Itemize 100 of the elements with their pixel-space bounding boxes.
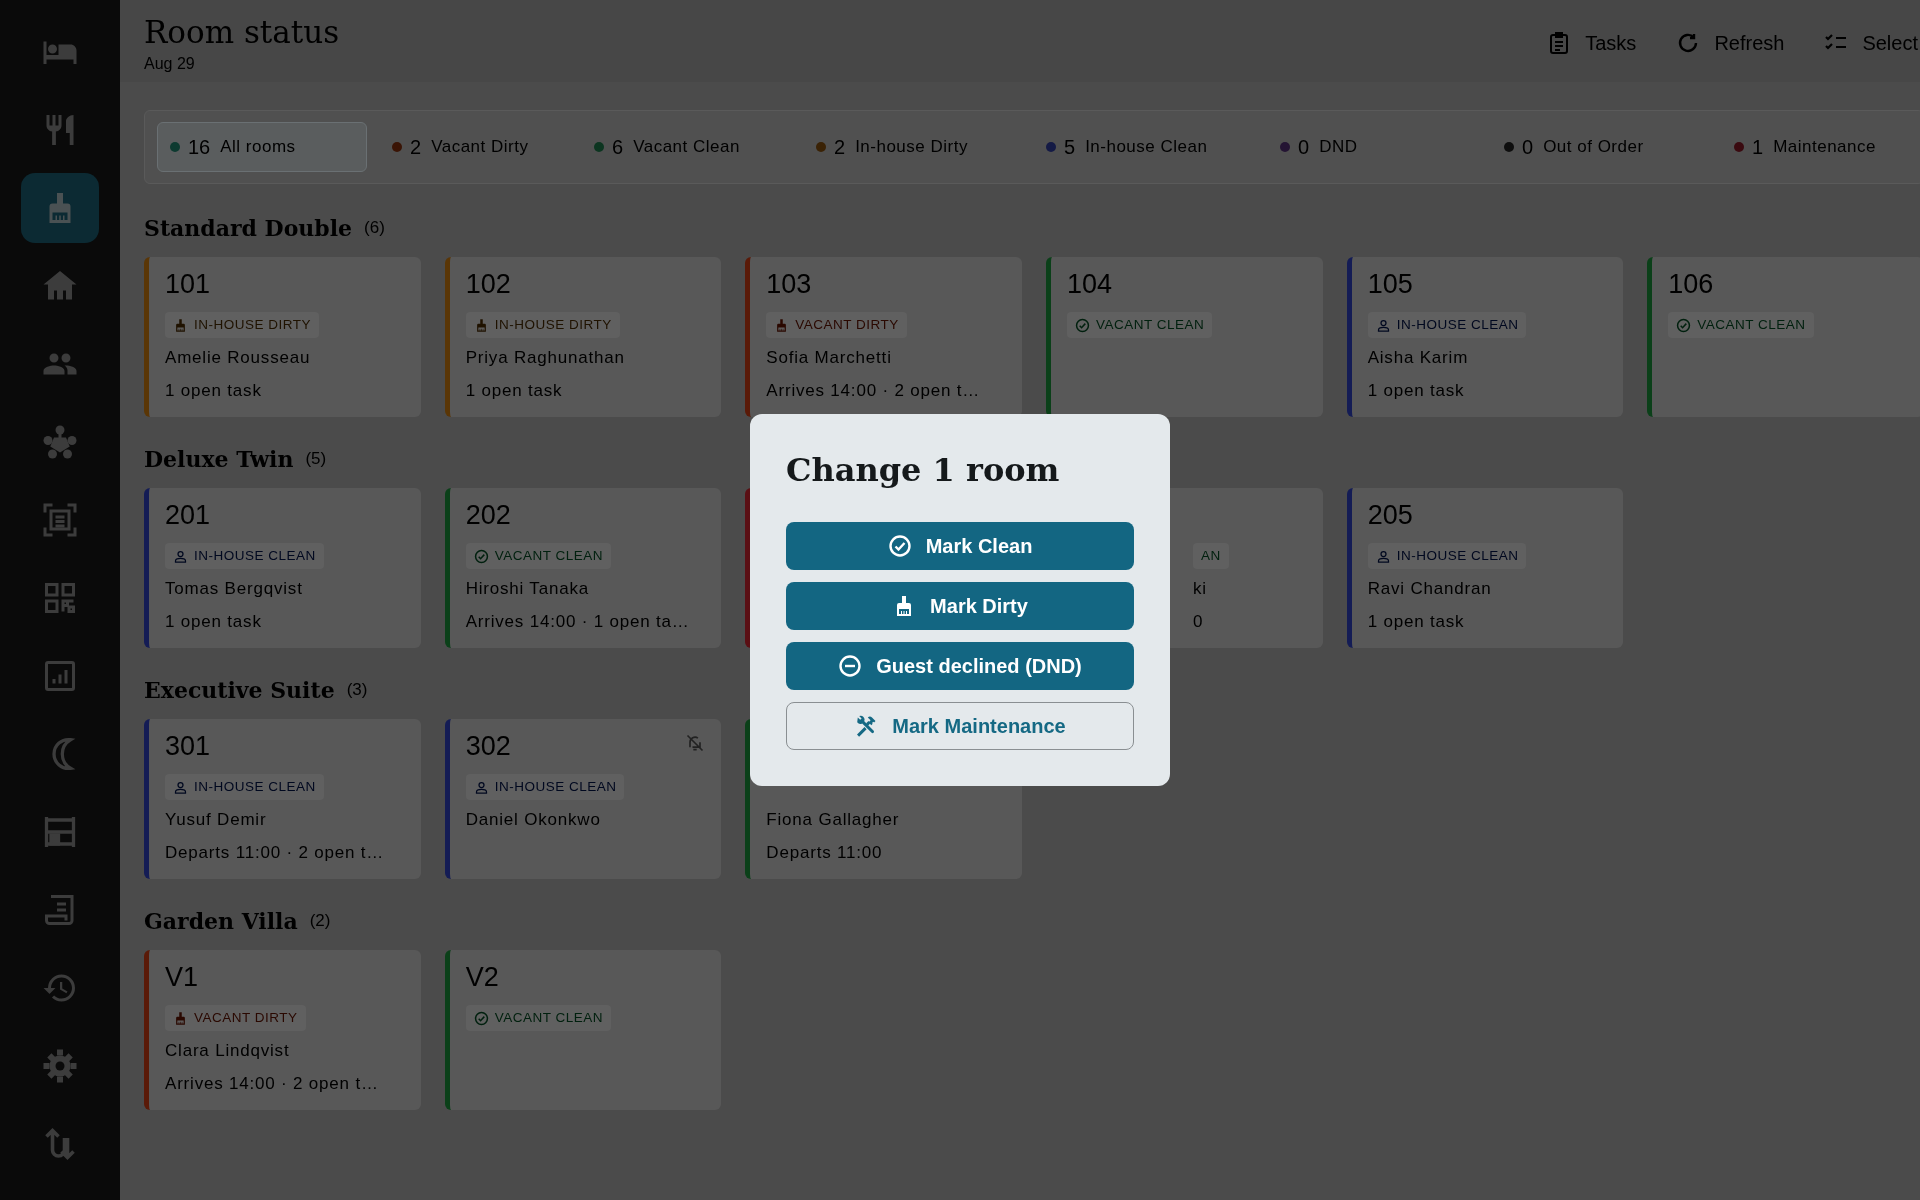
room-number: V1 bbox=[165, 962, 199, 992]
guest-name: ki bbox=[1193, 578, 1208, 600]
shelves-icon bbox=[42, 814, 78, 850]
document-scan-icon bbox=[42, 502, 78, 538]
room-number: 101 bbox=[165, 269, 211, 299]
guest-name: Yusuf Demir bbox=[165, 809, 268, 831]
guest-name: Fiona Gallagher bbox=[766, 809, 901, 831]
guest-name: Clara Lindqvist bbox=[165, 1040, 291, 1062]
room-details: Arrives 14:00 · 2 open t… bbox=[165, 1072, 380, 1095]
person-icon bbox=[1375, 548, 1391, 564]
minus-circle-icon bbox=[838, 654, 863, 678]
status-label: IN-HOUSE CLEAN bbox=[494, 777, 617, 796]
check-circle-icon bbox=[1676, 317, 1692, 333]
room-details: Arrives 14:00 · 2 open t… bbox=[766, 379, 982, 402]
settings-icon bbox=[42, 1048, 78, 1084]
filter-count: 6 bbox=[612, 135, 624, 160]
page-title: Room status bbox=[144, 13, 340, 52]
status-label: AN bbox=[1201, 546, 1221, 565]
status-label: IN-HOUSE DIRTY bbox=[494, 315, 612, 334]
filter-label: Maintenance bbox=[1773, 136, 1876, 159]
room-number: 103 bbox=[766, 269, 812, 299]
status-label: VACANT DIRTY bbox=[795, 315, 899, 334]
room-details: 1 open task bbox=[165, 379, 263, 402]
header-action-button[interactable]: Refresh bbox=[1676, 28, 1785, 58]
room-count: (6) bbox=[364, 217, 385, 240]
check-circle-icon bbox=[473, 548, 489, 564]
action-button[interactable]: Guest declined (DND) bbox=[786, 642, 1134, 690]
room-details: 1 open task bbox=[1367, 610, 1466, 633]
room-number: 301 bbox=[165, 731, 211, 761]
page-date: Aug 29 bbox=[144, 54, 196, 74]
action-button[interactable]: Mark Dirty bbox=[786, 582, 1134, 630]
filter-count: 2 bbox=[410, 135, 422, 160]
filter-chip[interactable]: 6 Vacant Clean bbox=[581, 122, 791, 172]
dialog-title: Change 1 room bbox=[786, 450, 1061, 490]
filter-count: 5 bbox=[1064, 135, 1076, 160]
room-count: (2) bbox=[309, 910, 331, 933]
status-label: VACANT CLEAN bbox=[1697, 315, 1806, 334]
section-title: Deluxe Twin bbox=[144, 444, 294, 474]
filter-count: 0 bbox=[1298, 135, 1310, 160]
status-label: IN-HOUSE CLEAN bbox=[194, 546, 316, 565]
network-icon bbox=[42, 424, 78, 460]
filter-chip[interactable]: 1 Maintenance bbox=[1721, 122, 1911, 172]
room-details: Departs 11:00 bbox=[766, 841, 884, 864]
filter-chip[interactable]: 16 All rooms bbox=[157, 122, 367, 172]
room-count: (3) bbox=[346, 679, 368, 702]
room-details: 0 bbox=[1193, 610, 1205, 633]
filter-chip[interactable]: 5 In-house Clean bbox=[1033, 122, 1255, 172]
action-button[interactable]: Mark Maintenance bbox=[786, 702, 1134, 750]
room-number: 105 bbox=[1367, 269, 1413, 299]
room-number: 302 bbox=[465, 731, 511, 761]
filter-count: 1 bbox=[1752, 135, 1764, 160]
guest-name: Amelie Rousseau bbox=[165, 347, 312, 369]
room-count: (5) bbox=[305, 448, 327, 471]
room-number: 102 bbox=[465, 269, 511, 299]
status-label: VACANT CLEAN bbox=[1096, 315, 1205, 334]
room-number: 205 bbox=[1367, 500, 1413, 530]
status-label: IN-HOUSE CLEAN bbox=[1396, 546, 1519, 565]
filter-count: 2 bbox=[834, 135, 846, 160]
guest-name: Daniel Okonkwo bbox=[465, 809, 602, 831]
room-details: 1 open task bbox=[165, 610, 263, 633]
filter-chip[interactable]: 2 In-house Dirty bbox=[803, 122, 1021, 172]
room-number: V2 bbox=[465, 962, 499, 992]
bar-chart-icon bbox=[42, 658, 78, 694]
filter-label: Vacant Clean bbox=[633, 136, 740, 159]
broom-icon bbox=[173, 1010, 188, 1026]
status-label: IN-HOUSE DIRTY bbox=[194, 315, 311, 334]
room-details: Arrives 14:00 · 1 open ta… bbox=[465, 610, 691, 633]
person-icon bbox=[173, 779, 188, 795]
status-label: VACANT CLEAN bbox=[494, 546, 603, 565]
nav-item[interactable] bbox=[21, 173, 99, 243]
filter-label: In-house Dirty bbox=[855, 136, 968, 159]
check-circle-icon bbox=[1075, 317, 1090, 333]
section-title: Garden Villa bbox=[144, 906, 298, 936]
filter-label: All rooms bbox=[220, 136, 296, 159]
check-circle-icon bbox=[473, 1010, 489, 1026]
filter-chip[interactable]: 0 Out of Order bbox=[1491, 122, 1709, 172]
guest-name: Hiroshi Tanaka bbox=[465, 578, 590, 600]
person-icon bbox=[1375, 317, 1391, 333]
filter-label: Out of Order bbox=[1543, 136, 1644, 159]
section-title: Executive Suite bbox=[144, 675, 335, 705]
filter-count: 0 bbox=[1522, 135, 1534, 160]
guest-name: Tomas Bergqvist bbox=[165, 578, 304, 600]
guest-name: Sofia Marchetti bbox=[766, 347, 893, 369]
section-title: Standard Double bbox=[144, 213, 353, 243]
room-number: 104 bbox=[1067, 269, 1113, 299]
filter-chip[interactable]: 0 DND bbox=[1267, 122, 1479, 172]
room-details: 1 open task bbox=[465, 379, 564, 402]
guest-name: Aisha Karim bbox=[1367, 347, 1470, 369]
header-action-button[interactable]: Select bbox=[1824, 28, 1918, 58]
room-number: 202 bbox=[465, 500, 511, 530]
guest-name: Priya Raghunathan bbox=[465, 347, 626, 369]
room-number: 201 bbox=[165, 500, 211, 530]
action-button[interactable]: Mark Clean bbox=[786, 522, 1134, 570]
qr-code-icon bbox=[42, 580, 78, 616]
header-action-button[interactable]: Tasks bbox=[1547, 28, 1637, 58]
filter-chip[interactable]: 2 Vacant Dirty bbox=[379, 122, 569, 172]
check-circle-icon bbox=[887, 534, 912, 558]
filter-label: DND bbox=[1319, 136, 1358, 159]
status-label: VACANT CLEAN bbox=[494, 1008, 603, 1027]
filter-label: In-house Clean bbox=[1085, 136, 1208, 159]
